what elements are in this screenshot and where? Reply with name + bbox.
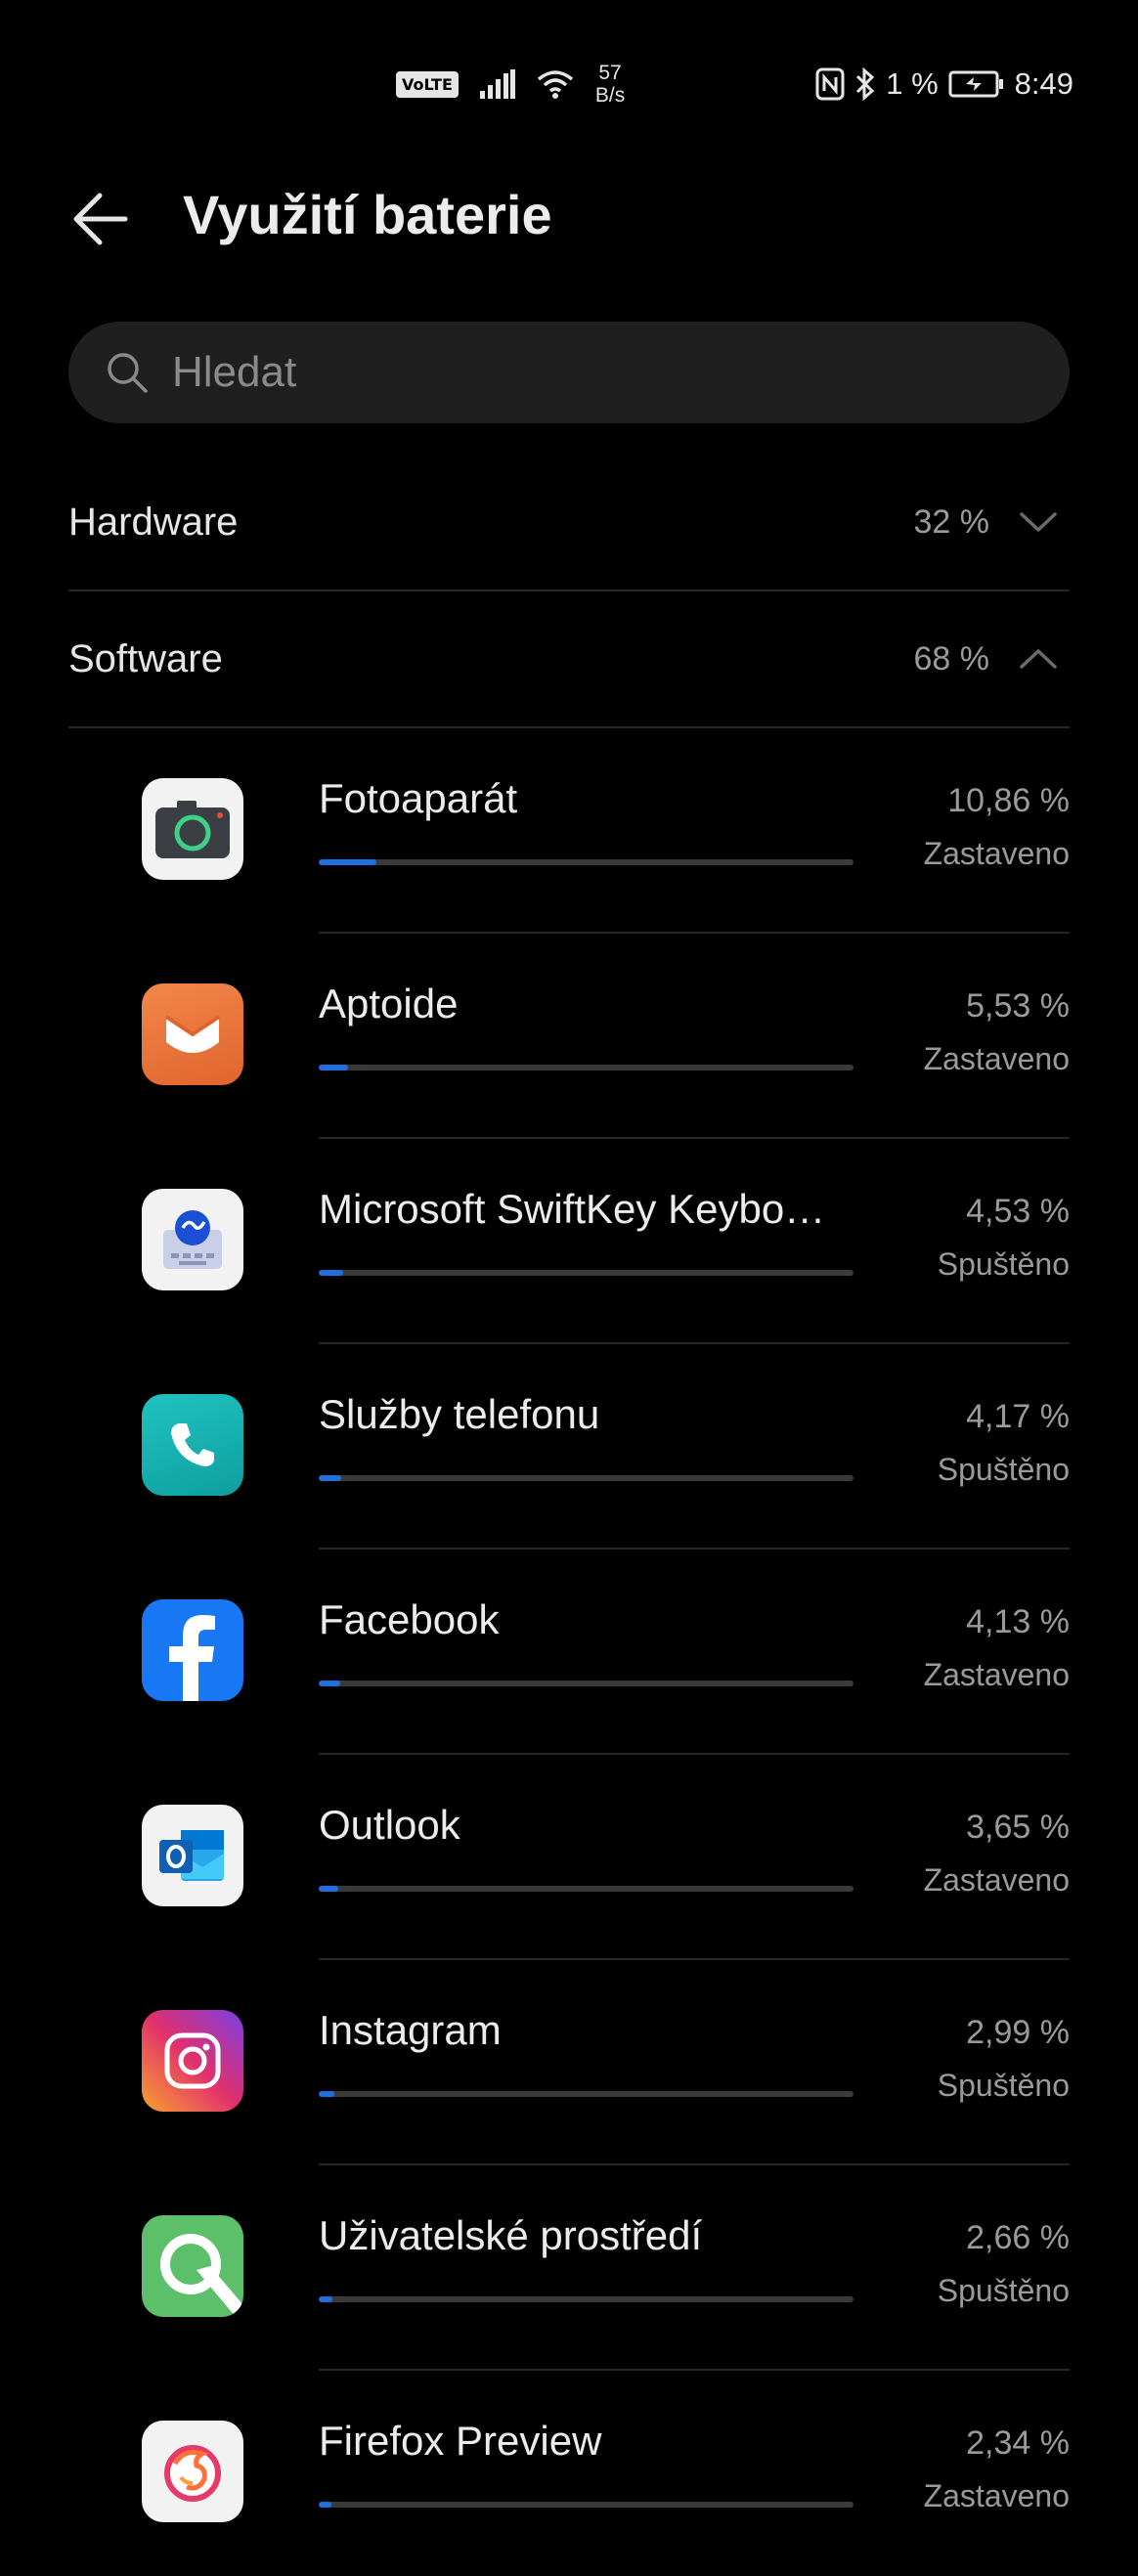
category-value: 68 % — [913, 639, 990, 677]
usage-bar — [319, 2296, 854, 2302]
app-status: Zastaveno — [923, 2478, 1070, 2513]
network-speed: 57 B/s — [595, 62, 625, 107]
app-status: Zastaveno — [923, 836, 1070, 871]
usage-bar — [319, 1886, 854, 1892]
status-bar-center: VoLTE 57 B/s — [396, 57, 625, 111]
search-icon — [104, 349, 151, 396]
category-software[interactable]: Software 68 % — [68, 591, 1070, 728]
instagram-app-icon — [142, 2010, 243, 2112]
app-name: Firefox Preview — [319, 2418, 602, 2464]
app-usage-percent: 2,99 % — [966, 2014, 1070, 2051]
usage-bar — [319, 1681, 854, 1686]
bluetooth-icon — [854, 67, 876, 101]
app-row[interactable]: Microsoft SwiftKey Keybo… 4,53 % Spuštěn… — [0, 1139, 1138, 1344]
app-list: Fotoaparát 10,86 % Zastaveno Aptoide 5,5… — [0, 728, 1138, 2576]
swiftkey-app-icon — [142, 1189, 243, 1290]
phone-services-app-icon — [142, 1394, 243, 1496]
app-usage-percent: 4,17 % — [966, 1398, 1070, 1435]
usage-bar-fill — [319, 2091, 335, 2097]
app-row[interactable]: Facebook 4,13 % Zastaveno — [0, 1550, 1138, 1755]
network-speed-value: 57 — [598, 62, 622, 84]
app-usage-percent: 2,34 % — [966, 2424, 1070, 2462]
page-title: Využití baterie — [183, 184, 552, 245]
app-row[interactable]: Služby telefonu 4,17 % Spuštěno — [0, 1344, 1138, 1550]
network-speed-unit: B/s — [594, 84, 626, 107]
app-name: Microsoft SwiftKey Keybo… — [319, 1186, 826, 1232]
usage-bar — [319, 1065, 854, 1070]
usage-bar-fill — [319, 1886, 338, 1892]
volte-icon: VoLTE — [396, 70, 459, 98]
app-status: Zastaveno — [923, 1862, 1070, 1898]
app-name: Aptoide — [319, 981, 459, 1026]
wifi-icon — [537, 69, 574, 99]
chevron-down-icon — [1017, 501, 1060, 544]
usage-bar-fill — [319, 1475, 341, 1481]
signal-icon — [479, 69, 515, 99]
app-row[interactable]: Uživatelské prostředí 2,66 % Spuštěno — [0, 2165, 1138, 2371]
app-row[interactable]: Aptoide 5,53 % Zastaveno — [0, 934, 1138, 1139]
nfc-icon — [815, 67, 845, 101]
app-status: Spuštěno — [937, 1246, 1070, 1282]
app-name: Instagram — [319, 2007, 502, 2053]
app-usage-percent: 4,13 % — [966, 1603, 1070, 1640]
search-bar[interactable] — [68, 322, 1070, 423]
usage-bar-fill — [319, 859, 377, 865]
usage-bar — [319, 859, 854, 865]
app-name: Uživatelské prostředí — [319, 2212, 703, 2258]
firefox-preview-app-icon — [142, 2421, 243, 2522]
category-label: Software — [68, 636, 223, 680]
app-usage-percent: 10,86 % — [947, 782, 1070, 819]
app-name: Služby telefonu — [319, 1391, 600, 1437]
back-button[interactable] — [65, 184, 135, 254]
app-status: Spuštěno — [937, 1452, 1070, 1487]
app-row[interactable]: Fotoaparát 10,86 % Zastaveno — [0, 728, 1138, 934]
system-ui-app-icon — [142, 2215, 243, 2317]
usage-bar-fill — [319, 1681, 341, 1686]
outlook-app-icon — [142, 1805, 243, 1906]
app-usage-percent: 5,53 % — [966, 987, 1070, 1025]
usage-bar-fill — [319, 1270, 343, 1276]
usage-bar-fill — [319, 2296, 333, 2302]
category-value: 32 % — [913, 502, 990, 541]
app-status: Zastaveno — [923, 1657, 1070, 1692]
clock: 8:49 — [1014, 66, 1073, 101]
status-bar-right: 1 % 8:49 — [815, 61, 1073, 108]
app-name: Facebook — [319, 1596, 500, 1642]
status-bar: VoLTE 57 B/s 1 % 8:49 — [0, 0, 1138, 166]
facebook-app-icon — [142, 1599, 243, 1701]
app-row[interactable]: Firefox Preview 2,34 % Zastaveno — [0, 2371, 1138, 2576]
aptoide-app-icon — [142, 983, 243, 1085]
category-hardware[interactable]: Hardware 32 % — [68, 455, 1070, 591]
battery-charging-icon — [948, 69, 1005, 99]
app-row[interactable]: Instagram 2,99 % Spuštěno — [0, 1960, 1138, 2165]
usage-bar — [319, 2091, 854, 2097]
app-name: Outlook — [319, 1802, 460, 1848]
app-status: Spuštěno — [937, 2273, 1070, 2308]
app-usage-percent: 3,65 % — [966, 1809, 1070, 1846]
camera-app-icon — [142, 778, 243, 880]
app-name: Fotoaparát — [319, 775, 518, 821]
app-usage-percent: 2,66 % — [966, 2219, 1070, 2256]
usage-bar — [319, 1475, 854, 1481]
battery-percent: 1 % — [886, 66, 939, 101]
back-arrow-icon — [73, 193, 128, 245]
app-status: Zastaveno — [923, 1041, 1070, 1076]
header: Využití baterie — [0, 166, 1138, 264]
app-row[interactable]: Outlook 3,65 % Zastaveno — [0, 1755, 1138, 1960]
usage-bar — [319, 1270, 854, 1276]
app-usage-percent: 4,53 % — [966, 1193, 1070, 1230]
chevron-up-icon — [1017, 637, 1060, 680]
usage-bar-fill — [319, 1065, 349, 1070]
search-input[interactable] — [170, 347, 1015, 398]
app-status: Spuštěno — [937, 2068, 1070, 2103]
category-label: Hardware — [68, 500, 239, 544]
